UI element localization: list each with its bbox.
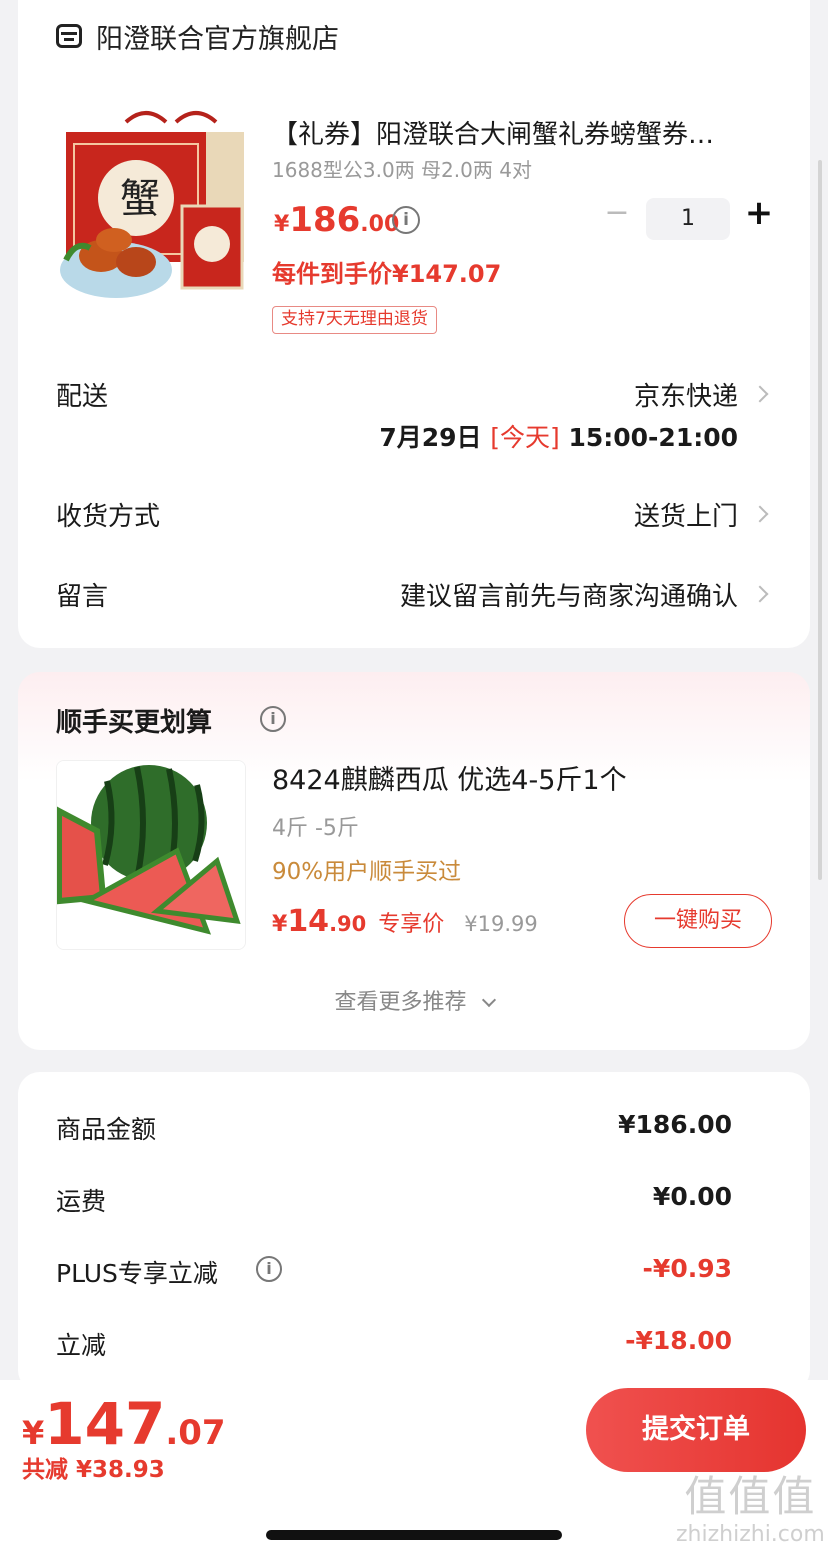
more-recommendations-label: 查看更多推荐 xyxy=(334,990,467,1015)
delivery-label: 配送 xyxy=(56,382,109,412)
plus-discount-label: PLUS专享立减 xyxy=(56,1259,218,1288)
shipping-label: 运费 xyxy=(56,1187,107,1216)
instant-discount-label: 立减 xyxy=(56,1331,107,1360)
chevron-right-icon[interactable] xyxy=(751,505,769,523)
store-icon xyxy=(56,24,82,48)
plus-info-icon[interactable]: i xyxy=(256,1256,282,1282)
total-price: ¥ 147 .07 xyxy=(22,1390,226,1458)
watermelon-image[interactable] xyxy=(56,760,246,950)
total-integer: 147 xyxy=(44,1390,166,1458)
total-saved[interactable]: 共减 ¥38.93 xyxy=(22,1450,165,1484)
unit-final-price: 每件到手价¥147.07 xyxy=(272,260,502,288)
recommend-item-spec: 4斤 -5斤 xyxy=(272,816,359,841)
shipping-value: ¥0.00 xyxy=(652,1182,732,1211)
product-title[interactable]: 【礼券】阳澄联合大闸蟹礼券螃蟹券… xyxy=(272,114,714,151)
goods-amount-value: ¥186.00 xyxy=(618,1110,732,1139)
submit-order-button[interactable]: 提交订单 xyxy=(586,1388,806,1472)
goods-amount-label: 商品金额 xyxy=(56,1115,157,1144)
chevron-right-icon[interactable] xyxy=(751,385,769,403)
recommend-item-bought: 90%用户顺手买过 xyxy=(272,859,462,885)
quantity-increase-button[interactable]: + xyxy=(744,194,774,234)
original-price: ¥19.99 xyxy=(464,912,538,936)
chevron-down-icon xyxy=(481,992,496,1008)
product-price: ¥ 186 .00 xyxy=(274,200,399,240)
quantity-decrease-button[interactable]: − xyxy=(602,196,632,232)
one-click-buy-button[interactable]: 一键购买 xyxy=(624,894,772,948)
return-policy-badge: 支持7天无理由退货 xyxy=(272,306,437,334)
recommend-item-price: ¥ 14 .90 专享价 ¥19.99 xyxy=(272,904,538,939)
receive-label: 收货方式 xyxy=(56,502,161,532)
exclusive-price-label: 专享价 xyxy=(378,912,445,937)
receive-method[interactable]: 送货上门 xyxy=(634,496,738,533)
watermark-logo: 值值值 xyxy=(684,1472,817,1521)
delivery-time[interactable]: 7月29日 [今天] 15:00-21:00 xyxy=(379,418,738,454)
product-image[interactable]: 蟹 xyxy=(56,110,252,306)
product-spec[interactable]: 1688型公3.0两 母2.0两 4对 xyxy=(272,154,532,183)
delivery-method[interactable]: 京东快递 xyxy=(634,376,738,413)
price-integer: 186 xyxy=(289,200,361,240)
order-card: 阳澄联合官方旗舰店 蟹 【礼券】阳澄联合大闸蟹礼券螃蟹券… 1688型公3.0两… xyxy=(18,0,810,648)
note-input[interactable]: 建议留言前先与商家沟通确认 xyxy=(400,576,738,613)
recommend-item-name[interactable]: 8424麒麟西瓜 优选4-5斤1个 xyxy=(272,758,627,797)
delivery-date: 7月29日 xyxy=(379,423,482,452)
scrollbar[interactable] xyxy=(818,160,822,880)
checkout-bar: ¥ 147 .07 共减 ¥38.93 提交订单 值值值 zhizhizhi.c… xyxy=(0,1380,828,1558)
more-recommendations-link[interactable]: 查看更多推荐 xyxy=(18,984,810,1016)
watermark: 值值值 zhizhizhi.com xyxy=(676,1472,825,1547)
store-name: 阳澄联合官方旗舰店 xyxy=(96,23,339,55)
recommend-card: 顺手买更划算 i 8424麒麟西瓜 优选4-5斤1个 4斤 -5斤 90%用户顺… xyxy=(18,672,810,1050)
recommend-price-integer: 14 xyxy=(287,904,330,939)
recommend-info-icon[interactable]: i xyxy=(260,706,286,732)
delivery-window: 15:00-21:00 xyxy=(568,423,738,452)
store-header[interactable]: 阳澄联合官方旗舰店 xyxy=(56,18,339,55)
recommend-price-decimal: .90 xyxy=(329,912,367,936)
svg-text:蟹: 蟹 xyxy=(120,176,160,222)
price-info-icon[interactable]: i xyxy=(392,206,420,234)
recommend-title: 顺手买更划算 xyxy=(56,708,213,738)
summary-card: 商品金额 ¥186.00 运费 ¥0.00 PLUS专享立减 i -¥0.93 … xyxy=(18,1072,810,1392)
home-indicator[interactable] xyxy=(266,1530,562,1540)
chevron-right-icon[interactable] xyxy=(751,585,769,603)
total-decimal: .07 xyxy=(165,1413,226,1453)
total-currency: ¥ xyxy=(22,1414,45,1452)
delivery-today-tag: [今天] xyxy=(490,423,560,452)
price-currency: ¥ xyxy=(274,212,290,237)
plus-discount-value: -¥0.93 xyxy=(642,1254,732,1283)
watermark-url: zhizhizhi.com xyxy=(676,1522,825,1547)
recommend-currency: ¥ xyxy=(272,912,288,937)
note-label: 留言 xyxy=(56,582,109,612)
instant-discount-value: -¥18.00 xyxy=(625,1326,732,1355)
quantity-input[interactable]: 1 xyxy=(646,198,730,240)
